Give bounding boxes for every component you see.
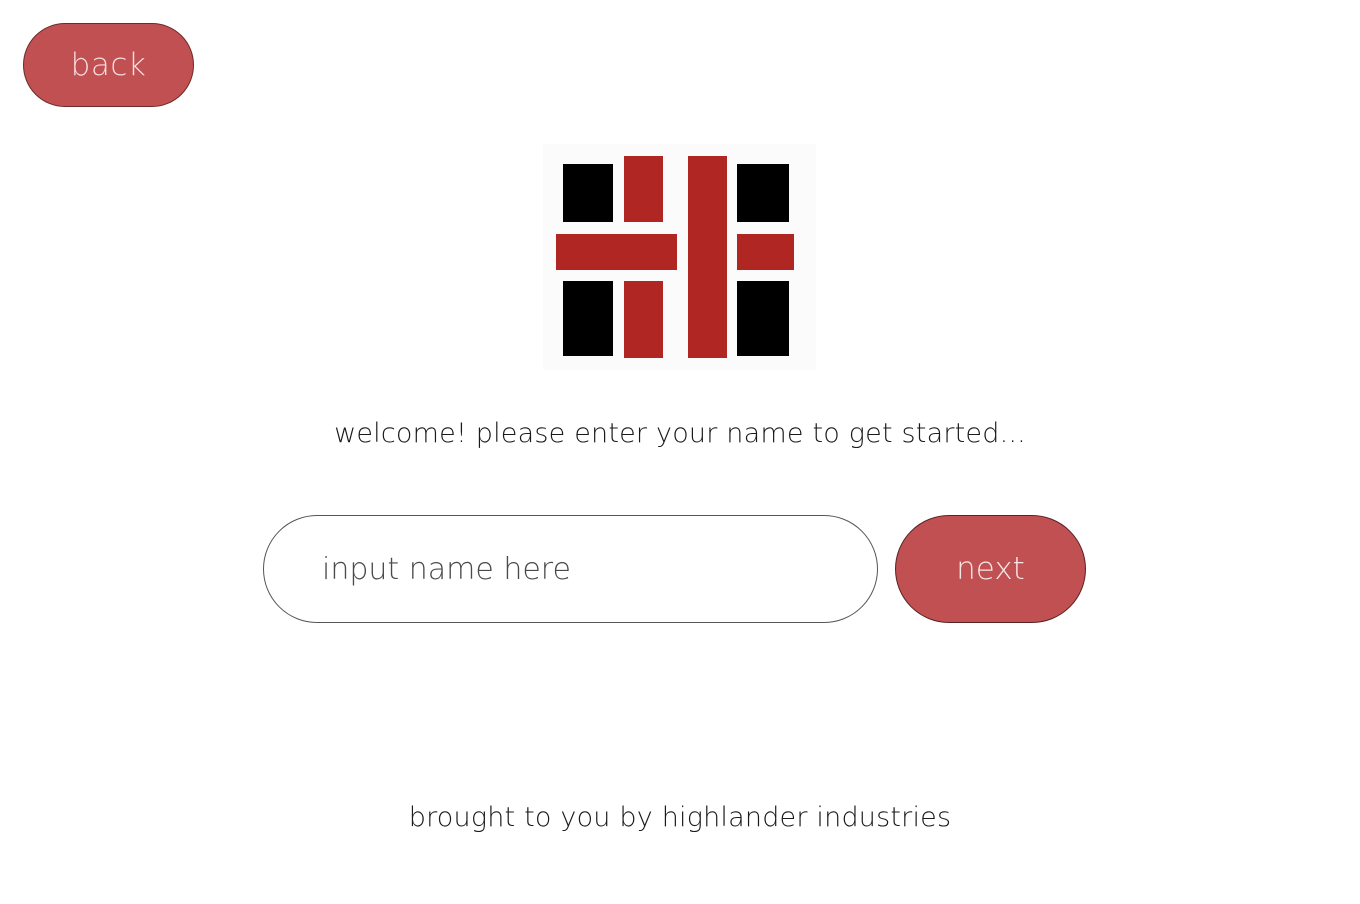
welcome-message: welcome! please enter your name to get s… bbox=[334, 418, 1026, 449]
footer-credit: brought to you by highlander industries bbox=[408, 802, 952, 833]
name-input[interactable] bbox=[263, 515, 878, 623]
back-button[interactable]: back bbox=[23, 23, 194, 107]
next-button[interactable]: next bbox=[895, 515, 1086, 623]
welcome-page: back welcome! please enter your name to … bbox=[0, 0, 1360, 904]
highlander-logo-icon bbox=[543, 144, 816, 370]
